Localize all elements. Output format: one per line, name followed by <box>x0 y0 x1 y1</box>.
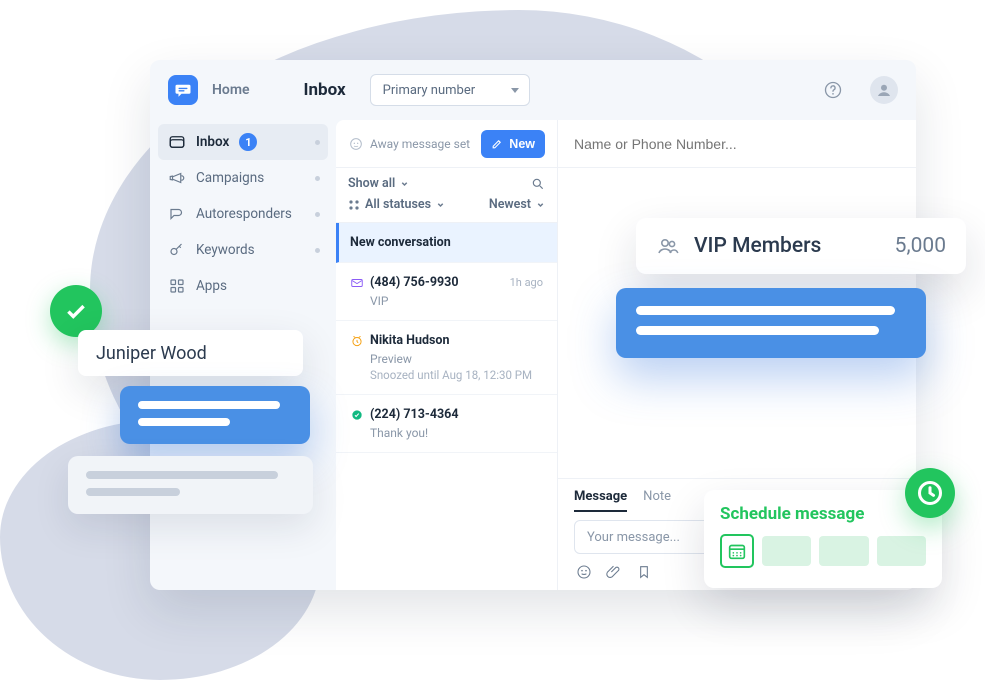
sample-broadcast-message <box>616 288 926 358</box>
sidebar-item-keywords[interactable]: Keywords <box>158 232 328 268</box>
megaphone-icon <box>168 169 186 187</box>
sidebar-item-label: Autoresponders <box>196 206 292 222</box>
search-icon[interactable] <box>531 177 545 191</box>
new-button-label: New <box>509 137 535 151</box>
bookmark-icon[interactable] <box>636 564 652 580</box>
schedule-message-card: Schedule message <box>704 490 942 588</box>
conv-preview: VIP <box>350 294 543 308</box>
filter-show[interactable]: Show all <box>348 176 409 191</box>
filter-show-label: Show all <box>348 176 395 191</box>
recipient-search-row <box>558 120 916 168</box>
vip-members-card: VIP Members 5,000 <box>636 218 966 274</box>
sidebar-dot <box>315 248 320 253</box>
away-label: Away message set <box>370 137 470 151</box>
conv-snooze-info: Snoozed until Aug 18, 12:30 PM <box>350 368 543 382</box>
emoji-icon[interactable] <box>576 564 592 580</box>
filter-status-label: All statuses <box>365 197 431 212</box>
schedule-title: Schedule message <box>720 504 926 524</box>
conv-preview: Preview <box>350 352 543 366</box>
vip-count: 5,000 <box>895 234 946 258</box>
recipient-search-input[interactable] <box>574 136 900 152</box>
conv-name: (224) 713-4364 <box>370 407 459 422</box>
autoresponder-icon <box>168 205 186 223</box>
conv-name: (484) 756-9930 <box>370 275 459 290</box>
conversation-item[interactable]: (484) 756-9930 1h ago VIP <box>336 263 557 321</box>
inbox-icon <box>168 133 186 151</box>
attachment-icon[interactable] <box>606 564 622 580</box>
key-icon <box>168 241 186 259</box>
conv-time: 1h ago <box>510 276 543 289</box>
sidebar-item-label: Keywords <box>196 242 255 258</box>
app-logo <box>168 75 198 105</box>
schedule-slot <box>819 536 868 566</box>
help-icon[interactable] <box>820 77 846 103</box>
snooze-icon <box>350 334 364 348</box>
calendar-icon <box>720 534 754 568</box>
filter-sort[interactable]: Newest <box>489 197 545 212</box>
sidebar-item-label: Apps <box>196 278 227 294</box>
apps-icon <box>168 277 186 295</box>
group-icon <box>656 234 680 258</box>
filter-row-2: All statuses Newest <box>336 195 557 223</box>
vip-title: VIP Members <box>694 234 821 258</box>
filter-row-1: Show all <box>336 168 557 195</box>
conversation-new[interactable]: New conversation <box>336 223 557 263</box>
sidebar-item-autoresponders[interactable]: Autoresponders <box>158 196 328 232</box>
sidebar-item-label: Inbox <box>196 134 229 150</box>
sidebar-item-apps[interactable]: Apps <box>158 268 328 304</box>
conversation-item[interactable]: Nikita Hudson Preview Snoozed until Aug … <box>336 321 557 395</box>
conv-name: Nikita Hudson <box>370 333 450 348</box>
clock-badge <box>905 468 955 518</box>
tab-note[interactable]: Note <box>643 489 671 512</box>
inbox-top-bar: Away message set New <box>336 120 557 168</box>
sample-outgoing-message <box>120 386 310 444</box>
app-header: Home Inbox Primary number <box>150 60 916 120</box>
sidebar-item-label: Campaigns <box>196 170 264 186</box>
tab-message[interactable]: Message <box>574 489 627 512</box>
schedule-slot <box>762 536 811 566</box>
home-link[interactable]: Home <box>212 82 250 98</box>
sample-incoming-message <box>68 456 313 514</box>
sidebar-dot <box>315 176 320 181</box>
contact-name: Juniper Wood <box>96 343 207 364</box>
sidebar-item-campaigns[interactable]: Campaigns <box>158 160 328 196</box>
conv-preview: Thank you! <box>350 426 543 440</box>
schedule-slot <box>877 536 926 566</box>
inbox-count-badge: 1 <box>239 133 257 151</box>
check-circle-icon <box>350 408 364 422</box>
new-button[interactable]: New <box>481 130 545 158</box>
filter-sort-label: Newest <box>489 197 531 212</box>
inbox-list-panel: Away message set New Show all All status… <box>336 120 558 590</box>
number-select-value: Primary number <box>383 83 475 98</box>
sidebar-dot <box>315 140 320 145</box>
conversation-item[interactable]: (224) 713-4364 Thank you! <box>336 395 557 453</box>
number-select[interactable]: Primary number <box>370 74 530 106</box>
contact-chip: Juniper Wood <box>78 330 303 376</box>
page-title: Inbox <box>304 80 346 100</box>
avatar[interactable] <box>870 76 898 104</box>
sidebar-dot <box>315 212 320 217</box>
conv-title: New conversation <box>350 235 451 250</box>
message-input-placeholder: Your message... <box>587 530 680 545</box>
envelope-icon <box>350 276 364 290</box>
filter-status[interactable]: All statuses <box>348 197 445 212</box>
sidebar-item-inbox[interactable]: Inbox 1 <box>158 124 328 160</box>
away-status[interactable]: Away message set <box>348 136 470 152</box>
